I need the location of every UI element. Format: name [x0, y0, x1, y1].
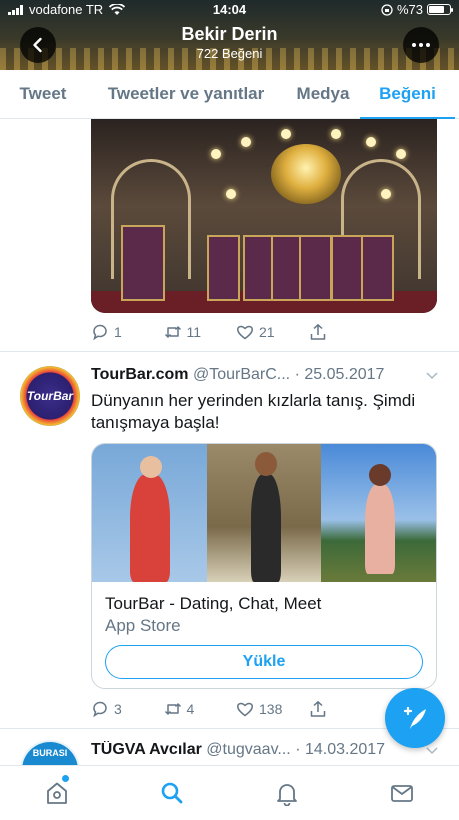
- retweet-icon: [164, 703, 181, 715]
- heart-icon: [237, 325, 253, 340]
- chandelier: [271, 144, 341, 204]
- share-icon: [310, 701, 325, 717]
- tweet-actions: 1 11 21: [91, 321, 381, 343]
- person: [365, 484, 396, 574]
- lamp: [211, 149, 221, 159]
- tweet-date: · 25.05.2017: [294, 366, 385, 383]
- quran-book: [299, 235, 332, 301]
- tweet-date: · 14.03.2017: [295, 741, 386, 758]
- reply-button[interactable]: 3: [91, 700, 164, 718]
- like-button[interactable]: 138: [236, 700, 309, 718]
- user-handle[interactable]: @TourBarC...: [193, 366, 290, 383]
- likes-count: 722 Beğeni: [196, 46, 263, 61]
- tweet-image[interactable]: [91, 119, 437, 313]
- lamp: [366, 137, 376, 147]
- reply-button[interactable]: 1: [91, 323, 164, 341]
- quran-book: [331, 235, 364, 301]
- profile-tabs: Tweet Tweetler ve yanıtlar Medya Beğeni: [0, 70, 459, 119]
- nav-notifications[interactable]: [230, 766, 345, 820]
- user-handle[interactable]: @tugvaav...: [206, 741, 290, 758]
- card-source: App Store: [105, 616, 181, 635]
- search-icon: [161, 782, 183, 804]
- install-button[interactable]: Yükle: [105, 645, 423, 679]
- quran-book: [121, 225, 165, 301]
- status-bar: vodafone TR 14:04 %73: [0, 0, 459, 18]
- lamp: [331, 129, 341, 139]
- retweet-button[interactable]: 11: [164, 323, 237, 341]
- share-button[interactable]: [309, 323, 382, 341]
- orientation-lock-icon: [381, 3, 393, 16]
- card-image: [206, 444, 322, 582]
- display-name[interactable]: TÜGVA Avcılar: [91, 741, 202, 758]
- card-image: [92, 444, 207, 582]
- nav-messages[interactable]: [344, 766, 459, 820]
- tweet-header: TÜGVA Avcılar @tugvaav... · 14.03.2017: [91, 741, 441, 759]
- like-count: 138: [259, 701, 283, 717]
- compose-tweet-button[interactable]: [385, 688, 445, 748]
- profile-header: vodafone TR 14:04 %73 Bekir Derin 722 Be…: [0, 0, 459, 70]
- lamp: [381, 189, 391, 199]
- card-image: [321, 444, 436, 582]
- nav-search[interactable]: [115, 766, 230, 820]
- like-button[interactable]: 21: [236, 323, 309, 341]
- person: [250, 474, 281, 582]
- lamp: [396, 149, 406, 159]
- reply-icon: [93, 324, 107, 341]
- share-button[interactable]: [309, 700, 382, 718]
- card-images: [92, 444, 436, 582]
- profile-name: Bekir Derin: [181, 24, 278, 44]
- person-head: [369, 464, 392, 486]
- header-title: Bekir Derin 722 Beğeni: [0, 24, 459, 61]
- lamp: [281, 129, 291, 139]
- tab-media[interactable]: Medya: [286, 70, 360, 118]
- tweet-header: TourBar.com @TourBarC... · 25.05.2017: [91, 366, 441, 384]
- avatar-logo-text: TourBar: [26, 389, 74, 403]
- avatar-logo-text: BURASI: [32, 748, 68, 758]
- card-title: TourBar - Dating, Chat, Meet: [105, 594, 322, 613]
- retweet-icon: [164, 326, 181, 338]
- tweet-text: Dünyanın her yerinden kızlarla tanış. Şi…: [91, 391, 416, 432]
- more-button[interactable]: [403, 27, 439, 63]
- status-right: %73: [381, 2, 453, 17]
- battery-icon: [427, 4, 453, 15]
- reply-count: 1: [114, 324, 122, 340]
- lamp: [241, 137, 251, 147]
- person-head: [254, 452, 277, 476]
- compose-feather-icon: [403, 706, 426, 729]
- heart-icon: [237, 702, 253, 717]
- reply-icon: [93, 701, 107, 718]
- tweet-actions: 3 4 138: [91, 698, 381, 720]
- tweet-divider: [0, 351, 459, 352]
- like-count: 21: [259, 324, 275, 340]
- person-head: [140, 456, 162, 478]
- person: [130, 474, 170, 582]
- mail-icon: [390, 785, 413, 802]
- notification-dot: [62, 775, 69, 782]
- retweet-count: 11: [186, 324, 202, 340]
- reply-count: 3: [114, 701, 122, 717]
- app-card[interactable]: TourBar - Dating, Chat, Meet App Store Y…: [91, 443, 437, 689]
- battery-percent: %73: [396, 2, 423, 17]
- quran-book: [207, 235, 240, 301]
- display-name[interactable]: TourBar.com: [91, 366, 189, 383]
- share-icon: [310, 324, 325, 340]
- home-icon: [47, 782, 68, 804]
- more-dots-icon: [412, 43, 430, 47]
- retweet-count: 4: [186, 701, 195, 717]
- tab-tweets-and-replies[interactable]: Tweetler ve yanıtlar: [86, 70, 286, 118]
- nav-home[interactable]: [0, 766, 115, 820]
- quran-book: [361, 235, 394, 301]
- tab-tweet[interactable]: Tweet: [0, 70, 86, 118]
- lamp: [226, 189, 236, 199]
- tab-likes[interactable]: Beğeni: [360, 70, 455, 119]
- avatar[interactable]: TourBar: [20, 366, 80, 426]
- retweet-button[interactable]: 4: [164, 700, 237, 718]
- bottom-navigation: [0, 765, 459, 820]
- bell-icon: [276, 784, 297, 806]
- chevron-down-icon[interactable]: [425, 368, 439, 382]
